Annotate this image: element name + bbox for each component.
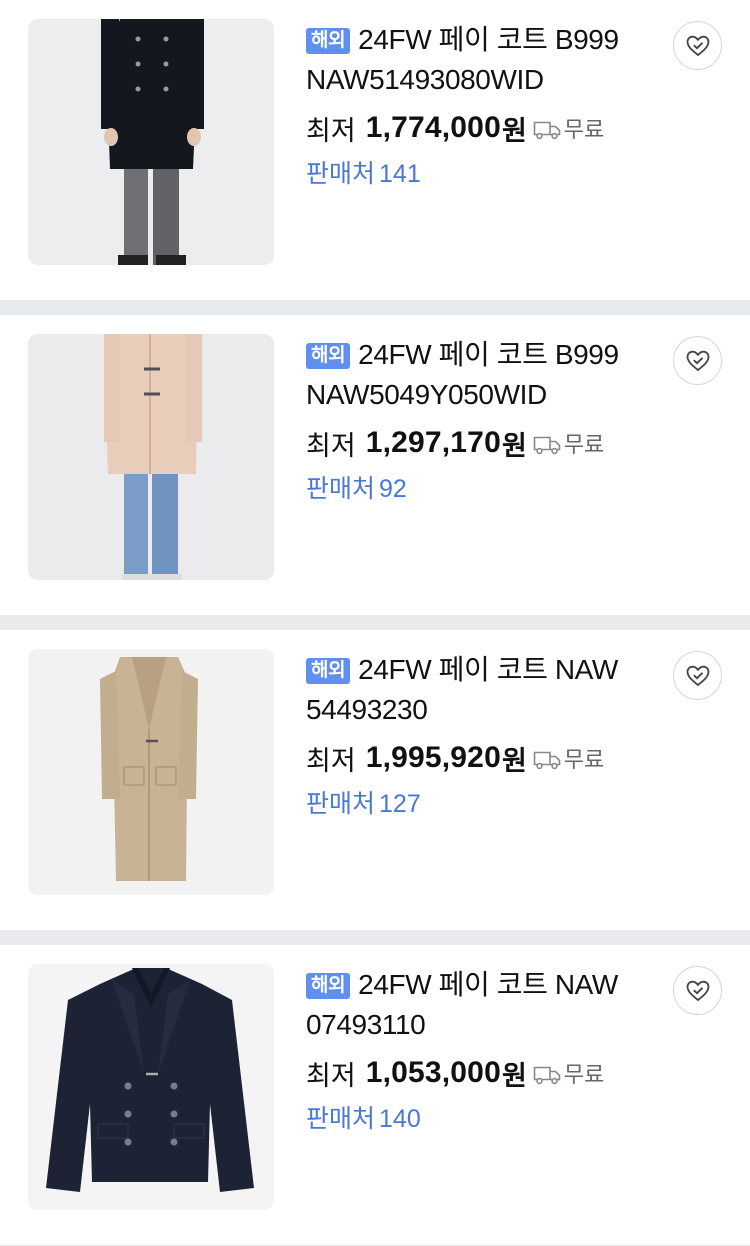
overseas-badge: 해외 [306, 28, 351, 54]
overseas-badge: 해외 [306, 658, 351, 684]
product-title[interactable]: 해외 24FW 페이 코트 NAW 07493110 [306, 965, 666, 1045]
currency: 원 [501, 115, 527, 146]
currency: 원 [501, 745, 527, 776]
wishlist-button[interactable] [673, 336, 722, 385]
price-value: 1,053,000 [365, 1056, 501, 1089]
wishlist-button[interactable] [673, 651, 722, 700]
sellers-link[interactable]: 판매처 141 [306, 156, 666, 192]
price-value: 1,297,170 [365, 426, 501, 459]
product-card[interactable]: 해외 24FW 페이 코트 B999 NAW51493080WID 최저 1,77… [0, 0, 750, 300]
product-title-text: 24FW 페이 코트 B999 NAW5049Y050WID [306, 339, 619, 410]
wishlist-button[interactable] [673, 21, 722, 70]
price-prefix: 최저 [306, 115, 356, 146]
sellers-count: 92 [379, 475, 407, 503]
price-row: 최저 1,995,920 원 무료 [306, 738, 666, 778]
price-value: 1,995,920 [365, 741, 501, 774]
shipping-text: 무료 [563, 1062, 605, 1087]
product-list: 해외 24FW 페이 코트 B999 NAW51493080WID 최저 1,77… [0, 0, 750, 1246]
shipping-text: 무료 [563, 432, 605, 457]
product-image[interactable] [28, 649, 274, 895]
heart-check-icon [686, 350, 709, 371]
product-card[interactable]: 해외 24FW 페이 코트 NAW 54493230 최저 1,995,920 원… [0, 630, 750, 930]
overseas-badge: 해외 [306, 343, 351, 369]
price-row: 최저 1,297,170 원 무료 [306, 423, 666, 463]
price-value: 1,774,000 [365, 111, 501, 144]
navy-pea-coat-photo [28, 964, 274, 1210]
truck-icon [533, 436, 561, 455]
product-title-text: 24FW 페이 코트 NAW 54493230 [306, 654, 618, 725]
overseas-badge: 해외 [306, 973, 351, 999]
product-image[interactable] [28, 19, 274, 265]
truck-icon [533, 1066, 561, 1085]
product-card[interactable]: 해외 24FW 페이 코트 B999 NAW5049Y050WID 최저 1,29… [0, 315, 750, 615]
sellers-link[interactable]: 판매처 92 [306, 471, 666, 507]
shipping-text: 무료 [563, 747, 605, 772]
price-prefix: 최저 [306, 1060, 356, 1091]
sellers-label: 판매처 [306, 475, 376, 503]
currency: 원 [501, 1060, 527, 1091]
camel-long-coat-photo [28, 649, 274, 895]
shipping-text: 무료 [563, 117, 605, 142]
sellers-label: 판매처 [306, 160, 376, 188]
sellers-label: 판매처 [306, 790, 376, 818]
black-long-coat-photo [28, 19, 274, 265]
price-row: 최저 1,774,000 원 무료 [306, 108, 666, 148]
price-prefix: 최저 [306, 430, 356, 461]
heart-check-icon [686, 35, 709, 56]
wishlist-button[interactable] [673, 966, 722, 1015]
price-row: 최저 1,053,000 원 무료 [306, 1053, 666, 1093]
product-title[interactable]: 해외 24FW 페이 코트 B999 NAW51493080WID [306, 20, 666, 100]
sellers-count: 127 [379, 790, 421, 818]
sellers-link[interactable]: 판매처 140 [306, 1101, 666, 1137]
product-image[interactable] [28, 334, 274, 580]
product-image[interactable] [28, 964, 274, 1210]
heart-check-icon [686, 665, 709, 686]
product-title[interactable]: 해외 24FW 페이 코트 NAW 54493230 [306, 650, 666, 730]
truck-icon [533, 121, 561, 140]
product-card[interactable]: 해외 24FW 페이 코트 NAW 07493110 최저 1,053,000 원… [0, 945, 750, 1245]
truck-icon [533, 751, 561, 770]
beige-toggle-coat-photo [28, 334, 274, 580]
sellers-link[interactable]: 판매처 127 [306, 786, 666, 822]
product-title-text: 24FW 페이 코트 B999 NAW51493080WID [306, 24, 619, 95]
heart-check-icon [686, 980, 709, 1001]
currency: 원 [501, 430, 527, 461]
sellers-label: 판매처 [306, 1105, 376, 1133]
sellers-count: 140 [379, 1105, 421, 1133]
sellers-count: 141 [379, 160, 421, 188]
product-title[interactable]: 해외 24FW 페이 코트 B999 NAW5049Y050WID [306, 335, 666, 415]
product-title-text: 24FW 페이 코트 NAW 07493110 [306, 969, 618, 1040]
price-prefix: 최저 [306, 745, 356, 776]
